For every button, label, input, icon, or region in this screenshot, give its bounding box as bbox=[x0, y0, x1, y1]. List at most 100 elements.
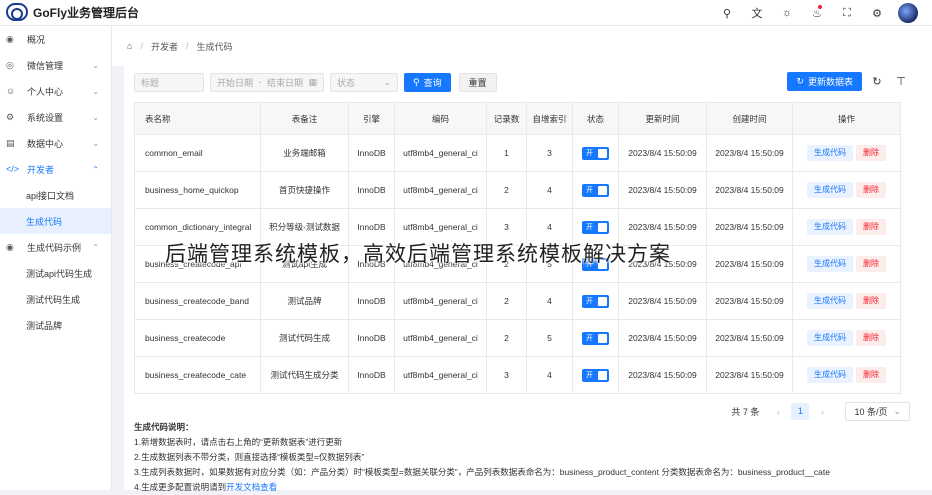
translate-icon[interactable]: 文 bbox=[742, 5, 772, 21]
dev-docs-link[interactable]: 开发文档查看 bbox=[226, 482, 277, 492]
code-icon: </> bbox=[6, 164, 20, 174]
sidebar-item-code-examples[interactable]: ◉ 生成代码示例 ⌃ bbox=[0, 234, 111, 260]
table-name-input[interactable]: 标题 bbox=[134, 72, 204, 92]
sidebar-item-profile[interactable]: ☺ 个人中心 ⌄ bbox=[0, 78, 111, 104]
auto-increment-cell: 3 bbox=[526, 134, 573, 172]
table-remark-cell: 测试品牌 bbox=[260, 282, 349, 320]
generate-code-button[interactable]: 生成代码 bbox=[807, 256, 853, 272]
bell-icon[interactable]: ♨ bbox=[802, 4, 832, 20]
status-switch[interactable]: 开 bbox=[582, 295, 609, 309]
search-icon[interactable]: ⚲ bbox=[712, 7, 742, 20]
delete-button[interactable]: 删除 bbox=[856, 293, 886, 309]
delete-button[interactable]: 删除 bbox=[856, 367, 886, 383]
status-cell: 开 bbox=[572, 134, 619, 172]
watermark-caption: 后端管理系统模板，高效后端管理系统模板解决方案 bbox=[165, 242, 671, 266]
theme-icon[interactable]: ☼ bbox=[772, 7, 802, 19]
status-switch[interactable]: 开 bbox=[582, 221, 609, 235]
table-remark-cell: 首页快捷操作 bbox=[260, 171, 349, 209]
updated-time-cell: 2023/8/4 15:50:09 bbox=[618, 134, 707, 172]
wechat-icon: ◎ bbox=[6, 59, 14, 70]
generate-code-button[interactable]: 生成代码 bbox=[807, 145, 853, 161]
table-remark-cell: 业务端邮箱 bbox=[260, 134, 349, 172]
updated-time-cell: 2023/8/4 15:50:09 bbox=[618, 171, 707, 209]
sidebar-sub-test-api[interactable]: 测试api代码生成 bbox=[0, 260, 111, 286]
notes-line-1: 1.新增数据表时，请点击右上角的“更新数据表”进行更新 bbox=[134, 437, 343, 447]
generate-code-button[interactable]: 生成代码 bbox=[807, 182, 853, 198]
sidebar-item-settings[interactable]: ⚙ 系统设置 ⌄ bbox=[0, 104, 111, 130]
sidebar-sub-test-brand[interactable]: 测试品牌 bbox=[0, 312, 111, 338]
operation-cell: 生成代码 删除 bbox=[792, 356, 901, 394]
status-select[interactable]: 状态 ⌄ bbox=[330, 72, 398, 92]
status-switch[interactable]: 开 bbox=[582, 184, 609, 198]
table-name-cell: business_createcode_band bbox=[134, 282, 261, 320]
operation-cell: 生成代码 删除 bbox=[792, 319, 901, 357]
charset-cell: utf8mb4_general_ci bbox=[394, 171, 487, 209]
updated-time-cell: 2023/8/4 15:50:09 bbox=[618, 282, 707, 320]
reload-icon[interactable]: ↻ bbox=[868, 75, 886, 88]
page-size-select[interactable]: 10 条/页 ⌄ bbox=[845, 402, 910, 421]
data-icon: ▤ bbox=[6, 137, 15, 148]
generate-code-button[interactable]: 生成代码 bbox=[807, 330, 853, 346]
engine-cell: InnoDB bbox=[348, 356, 395, 394]
sidebar-item-developer[interactable]: </> 开发者 ⌃ bbox=[0, 156, 111, 182]
sidebar-divider bbox=[111, 26, 112, 490]
avatar[interactable] bbox=[898, 3, 918, 23]
engine-cell: InnoDB bbox=[348, 319, 395, 357]
status-switch[interactable]: 开 bbox=[582, 332, 609, 346]
page-1[interactable]: 1 bbox=[791, 403, 810, 420]
notes-title: 生成代码说明： bbox=[134, 422, 194, 432]
engine-cell: InnoDB bbox=[348, 282, 395, 320]
top-header: GoFly业务管理后台 ⚲ 文 ☼ ♨ ⛶ ⚙ bbox=[0, 0, 932, 26]
record-count-cell: 2 bbox=[486, 171, 527, 209]
delete-button[interactable]: 删除 bbox=[856, 182, 886, 198]
charset-cell: utf8mb4_general_ci bbox=[394, 134, 487, 172]
status-switch[interactable]: 开 bbox=[582, 369, 609, 383]
prev-page-icon[interactable]: ‹ bbox=[769, 407, 787, 417]
notes-line-4: 4.生成更多配置说明请到开发文档查看 bbox=[134, 482, 278, 492]
date-range-picker[interactable]: 开始日期 - 结束日期 ▦ bbox=[210, 72, 324, 92]
charset-cell: utf8mb4_general_ci bbox=[394, 356, 487, 394]
logo[interactable]: GoFly业务管理后台 bbox=[6, 3, 139, 21]
updated-time-cell: 2023/8/4 15:50:09 bbox=[618, 319, 707, 357]
status-switch[interactable]: 开 bbox=[582, 147, 609, 161]
sidebar-sub-test-code[interactable]: 测试代码生成 bbox=[0, 286, 111, 312]
sidebar: ◉ 概况 ◎ 微信管理 ⌄ ☺ 个人中心 ⌄ ⚙ 系统设置 ⌄ ▤ 数据中心 ⌄ </> 开发者 ⌃ … bbox=[0, 26, 112, 490]
created-time-cell: 2023/8/4 15:50:09 bbox=[706, 171, 793, 209]
next-page-icon[interactable]: › bbox=[813, 407, 831, 417]
sidebar-sub-generate-code[interactable]: 生成代码 bbox=[0, 208, 111, 234]
auto-increment-cell: 5 bbox=[526, 319, 573, 357]
gear-icon[interactable]: ⚙ bbox=[862, 7, 892, 20]
generate-code-button[interactable]: 生成代码 bbox=[807, 219, 853, 235]
home-icon[interactable]: ⌂ bbox=[127, 41, 132, 51]
table-name-cell: business_createcode_cate bbox=[134, 356, 261, 394]
delete-button[interactable]: 删除 bbox=[856, 219, 886, 235]
generate-code-button[interactable]: 生成代码 bbox=[807, 293, 853, 309]
generate-code-button[interactable]: 生成代码 bbox=[807, 367, 853, 383]
delete-button[interactable]: 删除 bbox=[856, 145, 886, 161]
table-remark-cell: 测试代码生成分类 bbox=[260, 356, 349, 394]
notes-line-2: 2.生成数据列表不带分类，则直接选择“模板类型=仅数据列表” bbox=[134, 452, 365, 462]
sidebar-item-data[interactable]: ▤ 数据中心 ⌄ bbox=[0, 130, 111, 156]
reset-button[interactable]: 重置 bbox=[458, 72, 497, 92]
breadcrumb-item-developer[interactable]: 开发者 bbox=[151, 40, 178, 53]
sidebar-item-overview[interactable]: ◉ 概况 bbox=[0, 26, 111, 52]
table-name-cell: business_createcode bbox=[134, 319, 261, 357]
delete-button[interactable]: 删除 bbox=[856, 256, 886, 272]
record-count-cell: 2 bbox=[486, 282, 527, 320]
fullscreen-icon[interactable]: ⛶ bbox=[832, 7, 862, 20]
query-button[interactable]: ⚲ 查询 bbox=[404, 72, 451, 92]
delete-button[interactable]: 删除 bbox=[856, 330, 886, 346]
created-time-cell: 2023/8/4 15:50:09 bbox=[706, 319, 793, 357]
chevron-down-icon: ⌄ bbox=[92, 138, 99, 148]
chevron-down-icon: ⌄ bbox=[893, 406, 901, 416]
sidebar-item-wechat[interactable]: ◎ 微信管理 ⌄ bbox=[0, 52, 111, 78]
auto-increment-cell: 4 bbox=[526, 282, 573, 320]
sidebar-sub-api-docs[interactable]: api接口文档 bbox=[0, 182, 111, 208]
table-row: business_createcode 测试代码生成 InnoDB utf8mb4_g… bbox=[134, 319, 901, 357]
created-time-cell: 2023/8/4 15:50:09 bbox=[706, 134, 793, 172]
column-settings-icon[interactable]: ⊤ bbox=[892, 75, 910, 88]
update-tables-button[interactable]: ↻ 更新数据表 bbox=[787, 72, 862, 91]
operation-cell: 生成代码 删除 bbox=[792, 208, 901, 246]
auto-increment-cell: 4 bbox=[526, 171, 573, 209]
record-count-cell: 1 bbox=[486, 134, 527, 172]
